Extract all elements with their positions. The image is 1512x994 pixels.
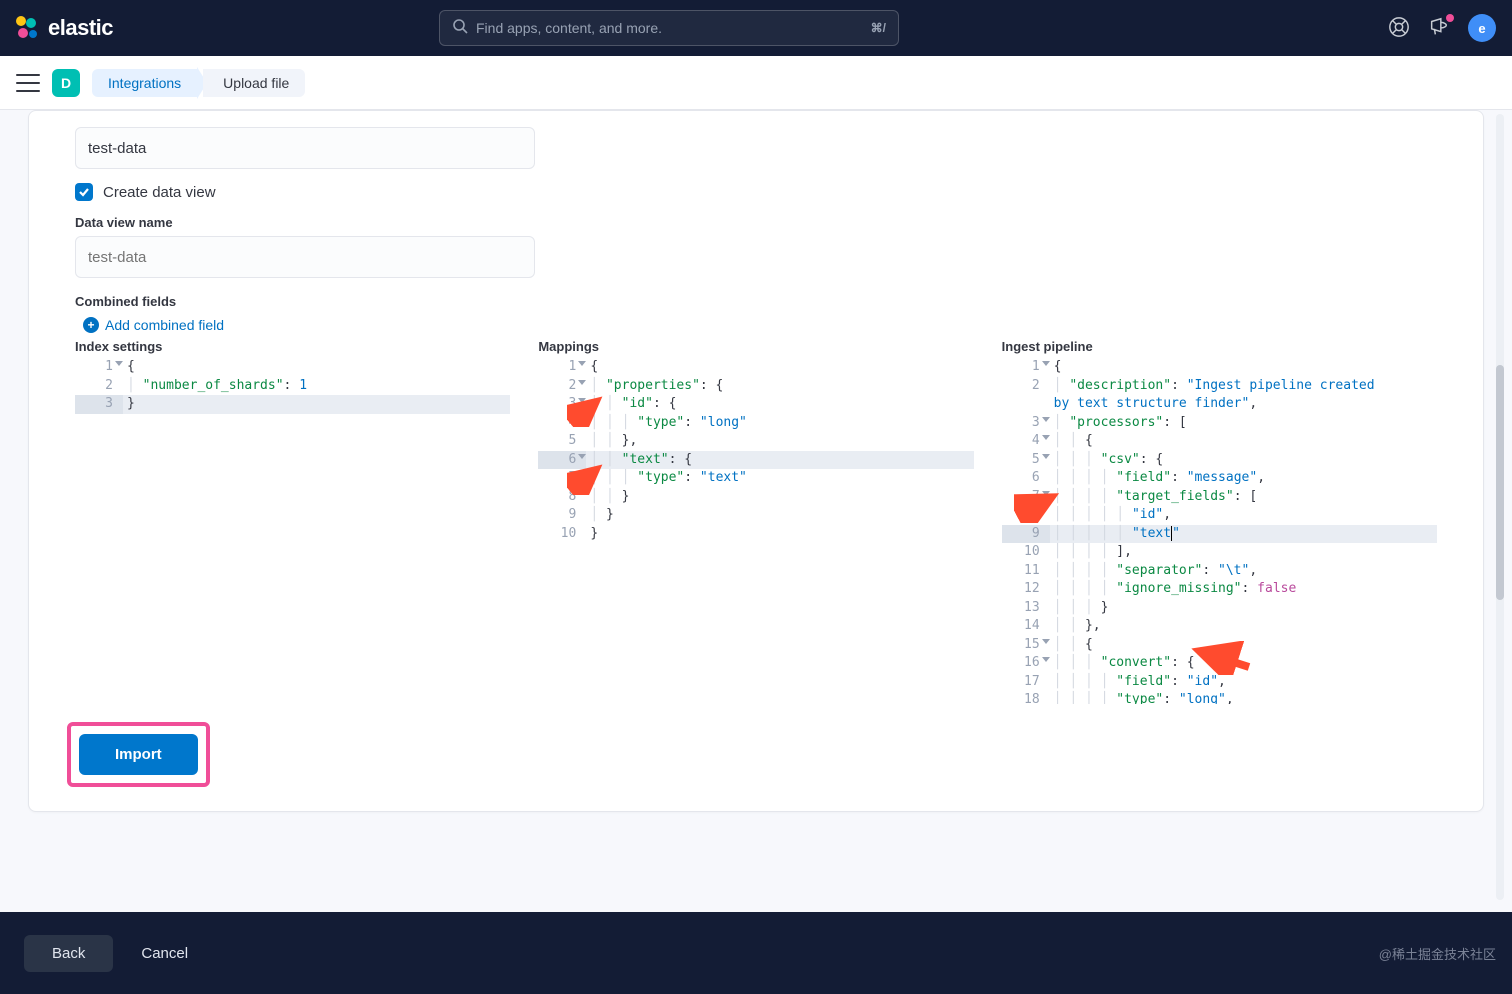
logo[interactable]: elastic <box>16 15 113 41</box>
data-view-name-label: Data view name <box>75 215 1483 230</box>
menu-toggle-icon[interactable] <box>16 74 40 92</box>
search-kbd: ⌘/ <box>871 21 886 35</box>
mappings-editor[interactable]: 1{2│ "properties": {3│ │ "id": {4│ │ │ "… <box>538 358 973 704</box>
breadcrumb-bar: D Integrations Upload file <box>0 56 1512 110</box>
search-box[interactable]: ⌘/ <box>439 10 899 46</box>
watermark: @稀土掘金技术社区 <box>1379 944 1496 963</box>
pipeline-title: Ingest pipeline <box>1002 339 1437 354</box>
brand-text: elastic <box>48 15 113 41</box>
breadcrumb: Integrations Upload file <box>92 67 305 99</box>
pipeline-col: Ingest pipeline 1{2│ "description": "Ing… <box>1002 339 1437 704</box>
search-input[interactable] <box>476 20 863 36</box>
import-button[interactable]: Import <box>79 734 198 775</box>
cancel-button[interactable]: Cancel <box>141 945 188 962</box>
create-data-view-row: Create data view <box>75 183 1483 201</box>
elastic-logo-icon <box>16 16 40 40</box>
index-settings-title: Index settings <box>75 339 510 354</box>
header-actions: e <box>1388 14 1496 42</box>
global-search: ⌘/ <box>439 10 899 46</box>
combined-fields-label: Combined fields <box>75 294 1483 309</box>
mappings-col: Mappings 1{2│ "properties": {3│ │ "id": … <box>538 339 973 704</box>
mappings-title: Mappings <box>538 339 973 354</box>
index-settings-col: Index settings 1{2│ "number_of_shards": … <box>75 339 510 704</box>
top-header: elastic ⌘/ e <box>0 0 1512 56</box>
help-icon[interactable] <box>1388 16 1412 40</box>
data-view-name-input[interactable] <box>75 236 535 278</box>
notification-dot <box>1446 14 1454 22</box>
breadcrumb-upload-file: Upload file <box>203 69 305 97</box>
back-button[interactable]: Back <box>24 935 113 972</box>
create-data-view-checkbox[interactable] <box>75 183 93 201</box>
scrollbar-thumb[interactable] <box>1496 365 1504 600</box>
plus-icon: + <box>83 317 99 333</box>
create-data-view-label: Create data view <box>103 184 216 201</box>
content: Create data view Data view name Combined… <box>0 110 1512 912</box>
add-combined-field-button[interactable]: + Add combined field <box>83 317 1483 333</box>
bottom-bar: Back Cancel @稀土掘金技术社区 <box>0 912 1512 994</box>
index-settings-editor[interactable]: 1{2│ "number_of_shards": 13} <box>75 358 510 704</box>
newsfeed-icon[interactable] <box>1428 16 1452 40</box>
user-avatar[interactable]: e <box>1468 14 1496 42</box>
index-name-input[interactable] <box>75 127 535 169</box>
pipeline-editor[interactable]: 1{2│ "description": "Ingest pipeline cre… <box>1002 358 1437 704</box>
search-icon <box>452 18 468 39</box>
editors-row: Index settings 1{2│ "number_of_shards": … <box>75 339 1437 704</box>
breadcrumb-integrations[interactable]: Integrations <box>92 69 197 97</box>
space-badge[interactable]: D <box>52 69 80 97</box>
upload-panel: Create data view Data view name Combined… <box>28 110 1484 812</box>
add-combined-field-label: Add combined field <box>105 317 224 333</box>
import-highlight: Import <box>67 722 210 787</box>
